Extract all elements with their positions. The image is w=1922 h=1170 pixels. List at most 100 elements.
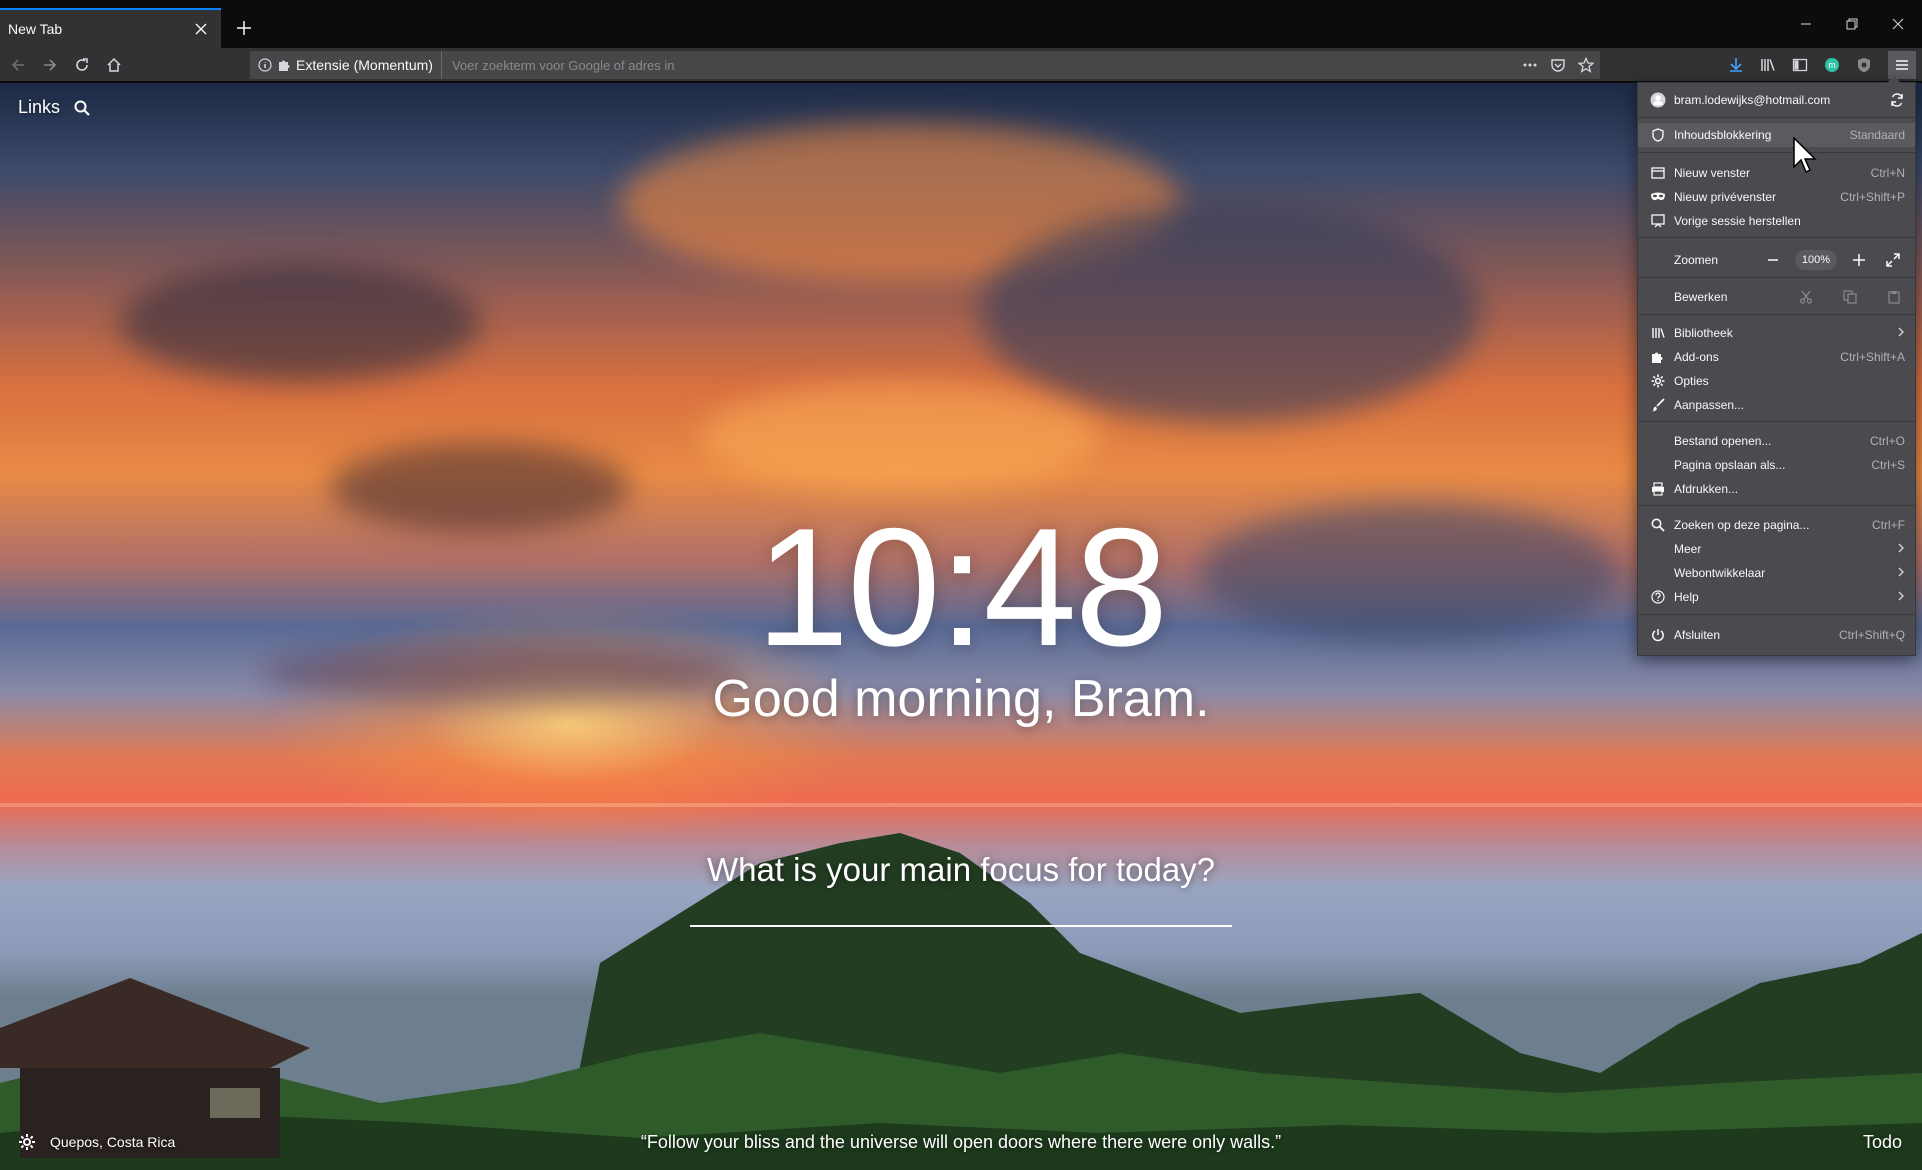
edit-controls bbox=[1795, 287, 1905, 307]
hamburger-menu-button[interactable] bbox=[1888, 51, 1916, 79]
momentum-badge-icon: m bbox=[1825, 58, 1839, 72]
menu-help[interactable]: Help bbox=[1638, 585, 1915, 609]
new-window-shortcut: Ctrl+N bbox=[1870, 166, 1905, 180]
options-label: Opties bbox=[1674, 374, 1709, 388]
paste-button[interactable] bbox=[1883, 287, 1905, 307]
zoom-out-button[interactable] bbox=[1761, 250, 1785, 270]
svg-text:m: m bbox=[1828, 60, 1836, 70]
puzzle-icon bbox=[1650, 349, 1666, 365]
menu-find[interactable]: Zoeken op deze pagina... Ctrl+F bbox=[1638, 513, 1915, 537]
fullscreen-button[interactable] bbox=[1881, 250, 1905, 270]
downloads-button[interactable] bbox=[1722, 51, 1750, 79]
menu-content-blocking[interactable]: Inhoudsblokkering Standaard bbox=[1638, 123, 1915, 147]
menu-account[interactable]: bram.lodewijks@hotmail.com bbox=[1638, 86, 1915, 114]
menu-addons[interactable]: Add-ons Ctrl+Shift+A bbox=[1638, 345, 1915, 369]
menu-new-window[interactable]: Nieuw venster Ctrl+N bbox=[1638, 161, 1915, 185]
power-icon bbox=[1650, 627, 1666, 643]
find-label: Zoeken op deze pagina... bbox=[1674, 518, 1810, 532]
library-label: Bibliotheek bbox=[1674, 326, 1733, 340]
sidebar-button[interactable] bbox=[1786, 51, 1814, 79]
more-spacer bbox=[1650, 541, 1666, 557]
pocket-button[interactable] bbox=[1544, 51, 1572, 79]
menu-save-page[interactable]: Pagina opslaan als... Ctrl+S bbox=[1638, 453, 1915, 477]
menu-open-file[interactable]: Bestand openen... Ctrl+O bbox=[1638, 429, 1915, 453]
app-menu-panel: bram.lodewijks@hotmail.com Inhoudsblokke… bbox=[1637, 76, 1916, 656]
menu-web-developer[interactable]: Webontwikkelaar bbox=[1638, 561, 1915, 585]
shield-extension-button[interactable] bbox=[1850, 51, 1878, 79]
minus-icon bbox=[1768, 259, 1778, 261]
restore-icon[interactable] bbox=[1832, 10, 1872, 38]
menu-new-private-window[interactable]: Nieuw privévenster Ctrl+Shift+P bbox=[1638, 185, 1915, 209]
sync-icon[interactable] bbox=[1889, 92, 1905, 108]
new-tab-plus-icon[interactable] bbox=[228, 12, 260, 44]
close-window-icon[interactable] bbox=[1878, 10, 1918, 38]
quit-shortcut: Ctrl+Shift+Q bbox=[1838, 628, 1905, 642]
arrow-left-icon bbox=[11, 59, 24, 71]
menu-separator bbox=[1638, 117, 1915, 118]
chevron-right-icon bbox=[1897, 326, 1905, 340]
menu-library[interactable]: Bibliotheek bbox=[1638, 321, 1915, 345]
help-label: Help bbox=[1674, 590, 1699, 604]
account-email: bram.lodewijks@hotmail.com bbox=[1674, 93, 1831, 107]
shield-icon bbox=[1857, 58, 1871, 72]
addons-label: Add-ons bbox=[1674, 350, 1719, 364]
minimize-icon[interactable] bbox=[1786, 10, 1826, 38]
menu-options[interactable]: Opties bbox=[1638, 369, 1915, 393]
menu-restore-session[interactable]: Vorige sessie herstellen bbox=[1638, 209, 1915, 233]
cloud-shape bbox=[980, 203, 1480, 423]
more-label: Meer bbox=[1674, 542, 1702, 556]
zoom-in-button[interactable] bbox=[1847, 250, 1871, 270]
menu-more[interactable]: Meer bbox=[1638, 537, 1915, 561]
library-icon bbox=[1650, 325, 1666, 341]
bookmark-button[interactable] bbox=[1572, 51, 1600, 79]
print-label: Afdrukken... bbox=[1674, 482, 1739, 496]
tab-new-tab[interactable]: New Tab bbox=[0, 8, 221, 48]
menu-separator bbox=[1638, 152, 1915, 153]
identity-box[interactable]: Extensie (Momentum) bbox=[250, 51, 442, 79]
momentum-extension-button[interactable]: m bbox=[1818, 51, 1846, 79]
zoom-reset-button[interactable]: 100% bbox=[1795, 250, 1837, 270]
links-menu[interactable]: Links bbox=[18, 97, 90, 118]
cut-button[interactable] bbox=[1795, 287, 1817, 307]
zoom-label: Zoomen bbox=[1674, 253, 1719, 267]
menu-print[interactable]: Afdrukken... bbox=[1638, 477, 1915, 501]
chevron-right-icon bbox=[1897, 542, 1905, 556]
greeting: Good morning, Bram. bbox=[712, 670, 1210, 728]
search-icon[interactable] bbox=[74, 100, 90, 116]
private-mask-icon bbox=[1650, 189, 1666, 205]
links-label[interactable]: Links bbox=[18, 97, 60, 118]
todo-button[interactable]: Todo bbox=[1863, 1132, 1902, 1153]
reload-icon bbox=[76, 58, 88, 71]
puzzle-icon bbox=[279, 60, 290, 71]
page-actions-button[interactable] bbox=[1516, 51, 1544, 79]
quit-label: Afsluiten bbox=[1674, 628, 1721, 642]
library-button[interactable] bbox=[1754, 51, 1782, 79]
cloud-shape bbox=[700, 383, 1100, 493]
copy-icon bbox=[1843, 290, 1857, 304]
forward-button[interactable] bbox=[36, 51, 64, 79]
home-button[interactable] bbox=[100, 51, 128, 79]
tab-close-icon[interactable] bbox=[191, 19, 211, 39]
url-bar[interactable]: Extensie (Momentum) bbox=[250, 51, 1600, 79]
search-icon bbox=[1650, 517, 1666, 533]
reload-button[interactable] bbox=[68, 51, 96, 79]
menu-quit[interactable]: Afsluiten Ctrl+Shift+Q bbox=[1638, 623, 1915, 647]
focus-input[interactable] bbox=[690, 893, 1232, 927]
content-blocking-label: Inhoudsblokkering bbox=[1674, 128, 1772, 142]
tab-title: New Tab bbox=[8, 21, 63, 37]
momentum-background: Links 10:48 Good morning, Bram. What is … bbox=[0, 83, 1922, 1170]
back-button[interactable] bbox=[4, 51, 32, 79]
customize-label: Aanpassen... bbox=[1674, 398, 1745, 412]
menu-separator bbox=[1638, 314, 1915, 315]
star-icon bbox=[1578, 57, 1594, 73]
save-page-shortcut: Ctrl+S bbox=[1871, 458, 1905, 472]
gear-icon bbox=[1650, 373, 1666, 389]
paintbrush-icon bbox=[1650, 397, 1666, 413]
menu-customize[interactable]: Aanpassen... bbox=[1638, 393, 1915, 417]
copy-button[interactable] bbox=[1839, 287, 1861, 307]
download-icon bbox=[1730, 58, 1742, 72]
chevron-right-icon bbox=[1897, 566, 1905, 580]
window-icon bbox=[1650, 165, 1666, 181]
open-file-shortcut: Ctrl+O bbox=[1869, 434, 1905, 448]
url-input[interactable] bbox=[441, 51, 1516, 79]
